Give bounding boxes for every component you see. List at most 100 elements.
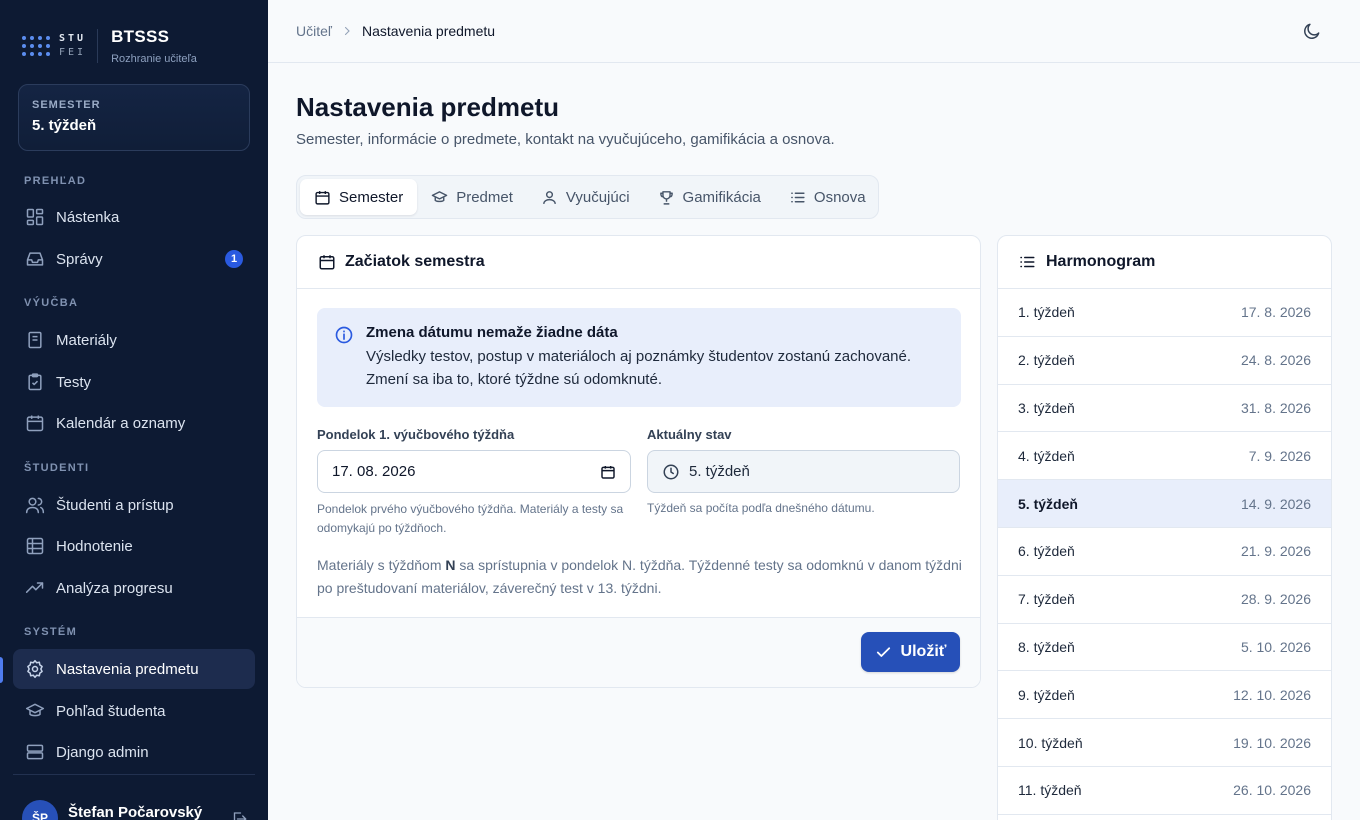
sidebar-item-materials[interactable]: Materiály [13, 320, 255, 360]
breadcrumb-current: Nastavenia predmetu [361, 23, 496, 39]
week-date: 5. 10. 2026 [1240, 638, 1311, 655]
inbox-icon [25, 249, 45, 269]
list-icon [1018, 253, 1036, 271]
clipboard-check-icon [25, 372, 45, 392]
nav-section-teaching: VÝUČBA [24, 297, 79, 309]
chevron-right-icon [341, 25, 353, 37]
user-profile[interactable]: ŠP Štefan Počarovský [22, 800, 202, 820]
semester-label: SEMESTER [32, 99, 101, 111]
semester-card: SEMESTER 5. týždeň [18, 84, 250, 151]
start-date-value: 17. 08. 2026 [332, 463, 416, 480]
week-label: 1. týždeň [1018, 304, 1075, 321]
alert-text: Výsledky testov, postup v materiáloch aj… [366, 348, 912, 388]
week-date: 24. 8. 2026 [1240, 352, 1311, 369]
sidebar-item-label: Správy [56, 250, 103, 268]
brand[interactable]: STU FEI BTSSS Rozhranie učiteľa [22, 26, 197, 66]
start-date-input[interactable]: 17. 08. 2026 [317, 450, 631, 493]
card-title: Začiatok semestra [345, 253, 485, 270]
week-label: 11. týždeň [1018, 782, 1082, 799]
week-date: 12. 10. 2026 [1233, 686, 1311, 703]
sidebar-item-label: Nástenka [56, 208, 120, 226]
status-label: Aktuálny stav [647, 427, 732, 442]
schedule-row: 11. týždeň 26. 10. 2026 [998, 767, 1331, 815]
tab-course[interactable]: Predmet [417, 179, 527, 215]
moon-icon[interactable] [1302, 21, 1324, 43]
sidebar-item-students[interactable]: Študenti a prístup [13, 485, 255, 525]
unlock-note: Materiály s týždňom N sa sprístupnia v p… [317, 554, 967, 600]
dashboard-icon [25, 207, 45, 227]
sidebar-item-progress[interactable]: Analýza progresu [13, 568, 255, 608]
sidebar-item-label: Testy [56, 373, 92, 391]
nav-section-system: SYSTÉM [24, 626, 78, 638]
check-icon [875, 644, 892, 661]
sidebar-item-label: Pohľad študenta [56, 702, 166, 720]
week-label: 10. týždeň [1018, 734, 1083, 751]
sidebar-item-label: Nastavenia predmetu [56, 660, 199, 678]
faculty-logo: STU FEI [59, 33, 87, 58]
save-button[interactable]: Uložiť [861, 632, 960, 672]
sidebar-item-grading[interactable]: Hodnotenie [13, 526, 255, 566]
tab-teacher[interactable]: Vyučujúci [527, 179, 644, 215]
info-alert: Zmena dátumu nemaže žiadne dáta Výsledky… [317, 308, 961, 407]
calendar-icon [318, 253, 336, 271]
settings-tabs: Semester Predmet Vyučujúci Gamifikácia O… [296, 175, 879, 219]
week-date: 31. 8. 2026 [1240, 399, 1311, 416]
schedule-row: 8. týždeň 5. 10. 2026 [998, 624, 1331, 672]
semester-value: 5. týždeň [32, 117, 97, 134]
clock-icon [662, 463, 680, 481]
week-label: 5. týždeň [1018, 495, 1078, 512]
start-date-hint: Pondelok prvého výučbového týždňa. Mater… [317, 502, 624, 535]
calendar-picker-icon[interactable] [600, 464, 616, 480]
sidebar-item-tests[interactable]: Testy [13, 362, 255, 402]
sidebar-item-label: Django admin [56, 743, 149, 761]
current-status-field: 5. týždeň [647, 450, 960, 493]
tab-label: Gamifikácia [682, 188, 761, 206]
week-date: 14. 9. 2026 [1240, 495, 1311, 512]
alert-title: Zmena dátumu nemaže žiadne dáta [366, 324, 618, 341]
week-label: 2. týždeň [1018, 352, 1075, 369]
schedule-row: 9. týždeň 12. 10. 2026 [998, 671, 1331, 720]
schedule-row: 3. týždeň 31. 8. 2026 [998, 385, 1331, 433]
semester-start-card: Začiatok semestra Zmena dátumu nemaže ži… [296, 235, 981, 688]
card-header: Začiatok semestra [297, 236, 980, 289]
schedule-panel: Harmonogram 1. týždeň 17. 8. 2026 2. týžd… [997, 235, 1332, 820]
week-label: 3. týždeň [1018, 399, 1075, 416]
schedule-row: 7. týždeň 28. 9. 2026 [998, 576, 1331, 624]
active-indicator [0, 657, 3, 683]
week-date: 7. 9. 2026 [1248, 447, 1311, 464]
nav-section-overview: PREHĽAD [24, 175, 87, 187]
logout-icon[interactable] [230, 810, 248, 820]
tab-gamification[interactable]: Gamifikácia [644, 179, 775, 215]
sidebar-item-calendar[interactable]: Kalendár a oznamy [13, 403, 255, 443]
week-date: 19. 10. 2026 [1233, 734, 1311, 751]
user-name: Štefan Počarovský [68, 804, 203, 820]
book-icon [25, 330, 45, 350]
sidebar-divider [13, 774, 255, 775]
week-date: 26. 10. 2026 [1233, 782, 1311, 799]
grid-table-icon [25, 536, 45, 556]
week-date: 28. 9. 2026 [1240, 591, 1311, 608]
tab-syllabus[interactable]: Osnova [775, 179, 880, 215]
schedule-row: 2. týždeň 24. 8. 2026 [998, 337, 1331, 385]
sidebar-item-course-settings[interactable]: Nastavenia predmetu [13, 649, 255, 689]
sidebar-item-messages[interactable]: Správy 1 [13, 239, 255, 279]
schedule-row: 1. týždeň 17. 8. 2026 [998, 289, 1331, 337]
brand-divider [97, 29, 99, 63]
tab-semester[interactable]: Semester [300, 179, 418, 215]
sidebar: STU FEI BTSSS Rozhranie učiteľa SEMESTER… [0, 0, 268, 820]
page-subtitle: Semester, informácie o predmete, kontakt… [296, 131, 835, 148]
breadcrumb-parent[interactable]: Učiteľ [296, 23, 332, 39]
start-date-label: Pondelok 1. výučbového týždňa [317, 427, 515, 442]
sidebar-item-student-view[interactable]: Pohľad študenta [13, 691, 255, 731]
breadcrumb: Učiteľ Nastavenia predmetu [296, 23, 495, 39]
note-text-start: Materiály s týždňom [317, 557, 446, 573]
sidebar-item-label: Analýza progresu [56, 579, 173, 597]
sidebar-item-django-admin[interactable]: Django admin [13, 732, 255, 772]
schedule-row: 4. týždeň 7. 9. 2026 [998, 432, 1331, 481]
sidebar-item-dashboard[interactable]: Nástenka [13, 197, 255, 237]
app-subtitle: Rozhranie učiteľa [111, 53, 197, 65]
card-footer: Uložiť [297, 617, 980, 687]
calendar-icon [25, 413, 45, 433]
week-label: 9. týždeň [1018, 686, 1075, 703]
sidebar-item-label: Hodnotenie [56, 537, 133, 555]
